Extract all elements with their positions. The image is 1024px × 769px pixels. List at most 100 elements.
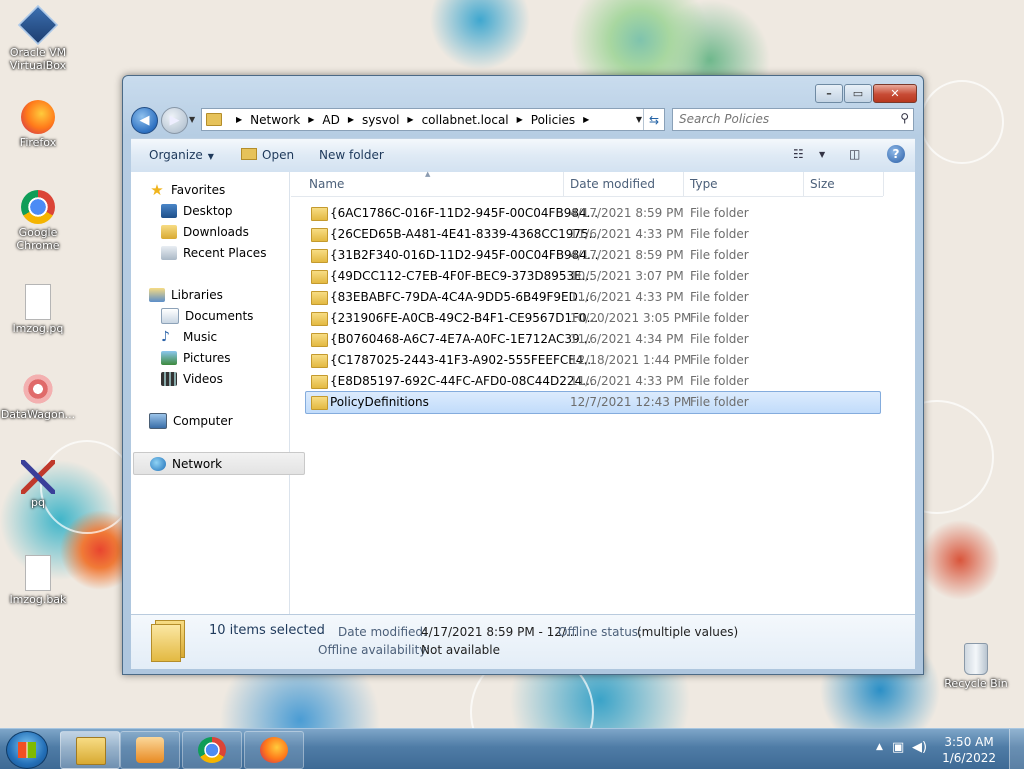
breadcrumb-policies[interactable]: Policies bbox=[531, 113, 575, 127]
nav-videos[interactable]: Videos bbox=[161, 368, 223, 389]
column-type[interactable]: Type bbox=[690, 177, 718, 191]
file-date: 10/20/2021 3:05 PM bbox=[570, 311, 692, 325]
breadcrumb-separator-icon[interactable]: ▶ bbox=[236, 115, 242, 124]
nav-favorites[interactable]: ★ Favorites bbox=[149, 179, 225, 200]
forward-button[interactable]: ▶ bbox=[161, 107, 188, 134]
file-type: File folder bbox=[690, 353, 749, 367]
file-name: {231906FE-A0CB-49C2-B4F1-CE9567D1F0... bbox=[330, 311, 599, 325]
file-name: {83EBABFC-79DA-4C4A-9DD5-6B49F9ED... bbox=[330, 290, 590, 304]
preview-pane-button[interactable]: ◫ bbox=[849, 147, 860, 161]
start-button[interactable] bbox=[6, 731, 48, 769]
column-date-modified[interactable]: Date modified bbox=[570, 177, 655, 191]
nav-libraries[interactable]: Libraries bbox=[149, 284, 223, 305]
column-separator[interactable] bbox=[803, 172, 804, 196]
firefox-icon bbox=[21, 100, 55, 134]
file-icon bbox=[25, 284, 51, 320]
column-size[interactable]: Size bbox=[810, 177, 835, 191]
breadcrumb-separator-icon[interactable]: ▶ bbox=[348, 115, 354, 124]
file-date: 11/6/2021 4:33 PM bbox=[570, 374, 684, 388]
help-button[interactable]: ? bbox=[887, 145, 905, 163]
star-icon: ★ bbox=[150, 180, 164, 199]
taskbar-firefox-button[interactable] bbox=[244, 731, 304, 769]
volume-icon[interactable]: ◀) bbox=[912, 740, 927, 755]
refresh-icon: ⇆ bbox=[648, 112, 660, 127]
file-row[interactable]: {26CED65B-A481-4E41-8339-4368CC1975... 1… bbox=[305, 223, 881, 246]
change-view-button[interactable]: ☷ bbox=[793, 147, 804, 161]
file-row[interactable]: {E8D85197-692C-44FC-AFD0-08C44D224... 11… bbox=[305, 370, 881, 393]
breadcrumb-separator-icon[interactable]: ▶ bbox=[407, 115, 413, 124]
folder-open-icon bbox=[241, 148, 257, 160]
desktop-icon-chrome[interactable]: Google Chrome bbox=[0, 190, 76, 252]
column-separator[interactable] bbox=[883, 172, 884, 196]
open-label: Open bbox=[262, 148, 295, 162]
nav-pictures[interactable]: Pictures bbox=[161, 347, 231, 368]
desktop-icon-firefox[interactable]: Firefox bbox=[0, 100, 76, 149]
show-desktop-button[interactable] bbox=[1009, 729, 1024, 769]
desktop-icon-virtualbox[interactable]: Oracle VM VirtualBox bbox=[0, 4, 76, 72]
desktop-icon-recycle-bin[interactable]: Recycle Bin bbox=[936, 643, 1016, 690]
search-input[interactable] bbox=[679, 112, 889, 126]
address-dropdown-icon[interactable]: ▼ bbox=[636, 115, 642, 124]
file-row-selected[interactable]: PolicyDefinitions 12/7/2021 12:43 PM Fil… bbox=[305, 391, 881, 414]
file-row[interactable]: {231906FE-A0CB-49C2-B4F1-CE9567D1F0... 1… bbox=[305, 307, 881, 330]
pq-icon bbox=[21, 460, 55, 494]
folder-stack-icon bbox=[151, 620, 185, 662]
date-modified-label: Date modified: bbox=[338, 625, 428, 639]
nav-downloads[interactable]: Downloads bbox=[161, 221, 249, 242]
file-type: File folder bbox=[690, 395, 749, 409]
clock[interactable]: 3:50 AM 1/6/2022 bbox=[942, 734, 996, 766]
new-folder-button[interactable]: New folder bbox=[319, 148, 384, 162]
nav-recent-places[interactable]: Recent Places bbox=[161, 242, 266, 263]
nav-documents[interactable]: Documents bbox=[161, 305, 253, 326]
taskbar-chrome-button[interactable] bbox=[182, 731, 242, 769]
refresh-button[interactable]: ⇆ bbox=[643, 109, 664, 130]
file-row[interactable]: {B0760468-A6C7-4E7A-A0FC-1E712AC39... 11… bbox=[305, 328, 881, 351]
column-name[interactable]: Name bbox=[309, 177, 344, 191]
network-tray-icon[interactable]: ▣ bbox=[892, 740, 904, 755]
desktop-icon-pq[interactable]: pq bbox=[0, 460, 76, 509]
nav-computer[interactable]: Computer bbox=[149, 410, 233, 431]
close-button[interactable]: ✕ bbox=[873, 84, 917, 103]
breadcrumb-network[interactable]: Network bbox=[250, 113, 300, 127]
desktop-icon-label: lmzog.bak bbox=[9, 593, 67, 606]
breadcrumb-ad[interactable]: AD bbox=[322, 113, 339, 127]
file-row[interactable]: {C1787025-2443-41F3-A902-555FEEFCE4... 1… bbox=[305, 349, 881, 372]
breadcrumb-sysvol[interactable]: sysvol bbox=[362, 113, 399, 127]
maximize-button[interactable]: ▭ bbox=[844, 84, 872, 103]
desktop-icon-lmzog-pq[interactable]: lmzog.pq bbox=[0, 284, 76, 335]
minimize-button[interactable]: – bbox=[815, 84, 843, 103]
videos-icon bbox=[161, 371, 177, 386]
sort-ascending-icon: ▲ bbox=[425, 170, 431, 178]
file-icon bbox=[25, 555, 51, 591]
search-icon[interactable]: ⚲ bbox=[900, 111, 909, 125]
file-row[interactable]: {6AC1786C-016F-11D2-945F-00C04FB984... 4… bbox=[305, 202, 881, 225]
back-button[interactable]: ◀ bbox=[131, 107, 158, 134]
breadcrumb-separator-icon[interactable]: ▶ bbox=[517, 115, 523, 124]
virtualbox-icon bbox=[17, 4, 59, 46]
address-bar[interactable]: ▶ Network ▶ AD ▶ sysvol ▶ collabnet.loca… bbox=[201, 108, 665, 131]
show-hidden-icons-icon[interactable]: ▲ bbox=[876, 742, 883, 752]
nav-music[interactable]: ♪ Music bbox=[161, 326, 217, 347]
file-row[interactable]: {83EBABFC-79DA-4C4A-9DD5-6B49F9ED... 11/… bbox=[305, 286, 881, 309]
organize-menu[interactable]: Organize ▼ bbox=[149, 148, 214, 162]
open-button[interactable]: Open bbox=[241, 148, 294, 162]
recent-pages-dropdown[interactable]: ▼ bbox=[189, 115, 195, 124]
column-separator[interactable] bbox=[683, 172, 684, 196]
clock-time: 3:50 AM bbox=[944, 735, 994, 749]
column-separator[interactable] bbox=[563, 172, 564, 196]
search-box[interactable]: ⚲ bbox=[672, 108, 914, 131]
file-row[interactable]: {31B2F340-016D-11D2-945F-00C04FB984... 4… bbox=[305, 244, 881, 267]
breadcrumb-separator-icon[interactable]: ▶ bbox=[308, 115, 314, 124]
breadcrumb-separator-icon[interactable]: ▶ bbox=[583, 115, 589, 124]
taskbar-media-player-button[interactable] bbox=[120, 731, 180, 769]
breadcrumb-collabnet-local[interactable]: collabnet.local bbox=[422, 113, 509, 127]
taskbar-explorer-button[interactable] bbox=[60, 731, 120, 769]
desktop-icon-label: Oracle VM VirtualBox bbox=[9, 46, 67, 72]
desktop-icon-datawagon[interactable]: DataWagon... bbox=[0, 372, 76, 421]
nav-desktop[interactable]: Desktop bbox=[161, 200, 233, 221]
pictures-icon bbox=[161, 350, 177, 365]
desktop-icon-lmzog-bak[interactable]: lmzog.bak bbox=[0, 555, 76, 606]
nav-network[interactable]: Network bbox=[133, 452, 305, 475]
file-row[interactable]: {49DCC112-C7EB-4F0F-BEC9-373D8953E... 10… bbox=[305, 265, 881, 288]
view-options-dropdown[interactable]: ▼ bbox=[819, 150, 825, 159]
